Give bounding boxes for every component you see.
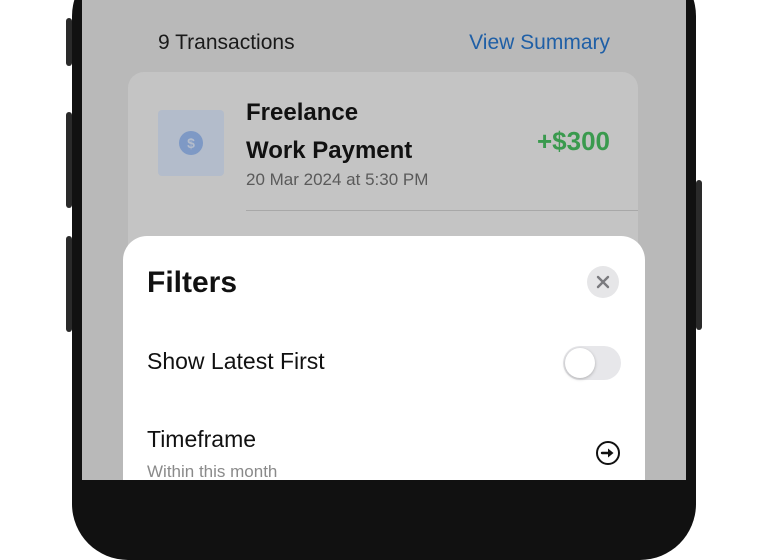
transaction-count: 9 Transactions (158, 31, 295, 54)
power-button (696, 180, 702, 330)
timeframe-value: Within this month (147, 462, 278, 480)
filters-title: Filters (147, 266, 238, 299)
transaction-icon: $ (158, 110, 224, 176)
close-button[interactable] (587, 266, 619, 298)
filters-sheet: Filters Show Latest First Timeframe With… (123, 236, 645, 480)
timeframe-label: Timeframe (147, 426, 257, 452)
silent-switch (66, 18, 72, 66)
transaction-title: Freelance Work Payment (246, 94, 466, 170)
dollar-icon: $ (179, 131, 203, 155)
toggle-knob (565, 348, 595, 378)
transaction-date: 20 Mar 2024 at 5:30 PM (246, 170, 429, 189)
transaction-amount: +$300 (536, 126, 610, 156)
view-summary-link[interactable]: View Summary (469, 31, 610, 55)
show-latest-first-toggle[interactable] (563, 346, 621, 380)
transaction-title-line1: Freelance (246, 99, 359, 126)
screen: 9 Transactions View Summary $ Freelance … (82, 0, 686, 480)
show-latest-first-label: Show Latest First (147, 348, 325, 374)
arrow-right-circle-icon[interactable] (595, 440, 621, 466)
transaction-title-line2: Work Payment (246, 137, 413, 164)
close-icon (596, 275, 610, 289)
volume-up-button (66, 112, 72, 208)
transactions-header: 9 Transactions View Summary (158, 28, 610, 58)
divider (246, 210, 638, 211)
volume-down-button (66, 236, 72, 332)
